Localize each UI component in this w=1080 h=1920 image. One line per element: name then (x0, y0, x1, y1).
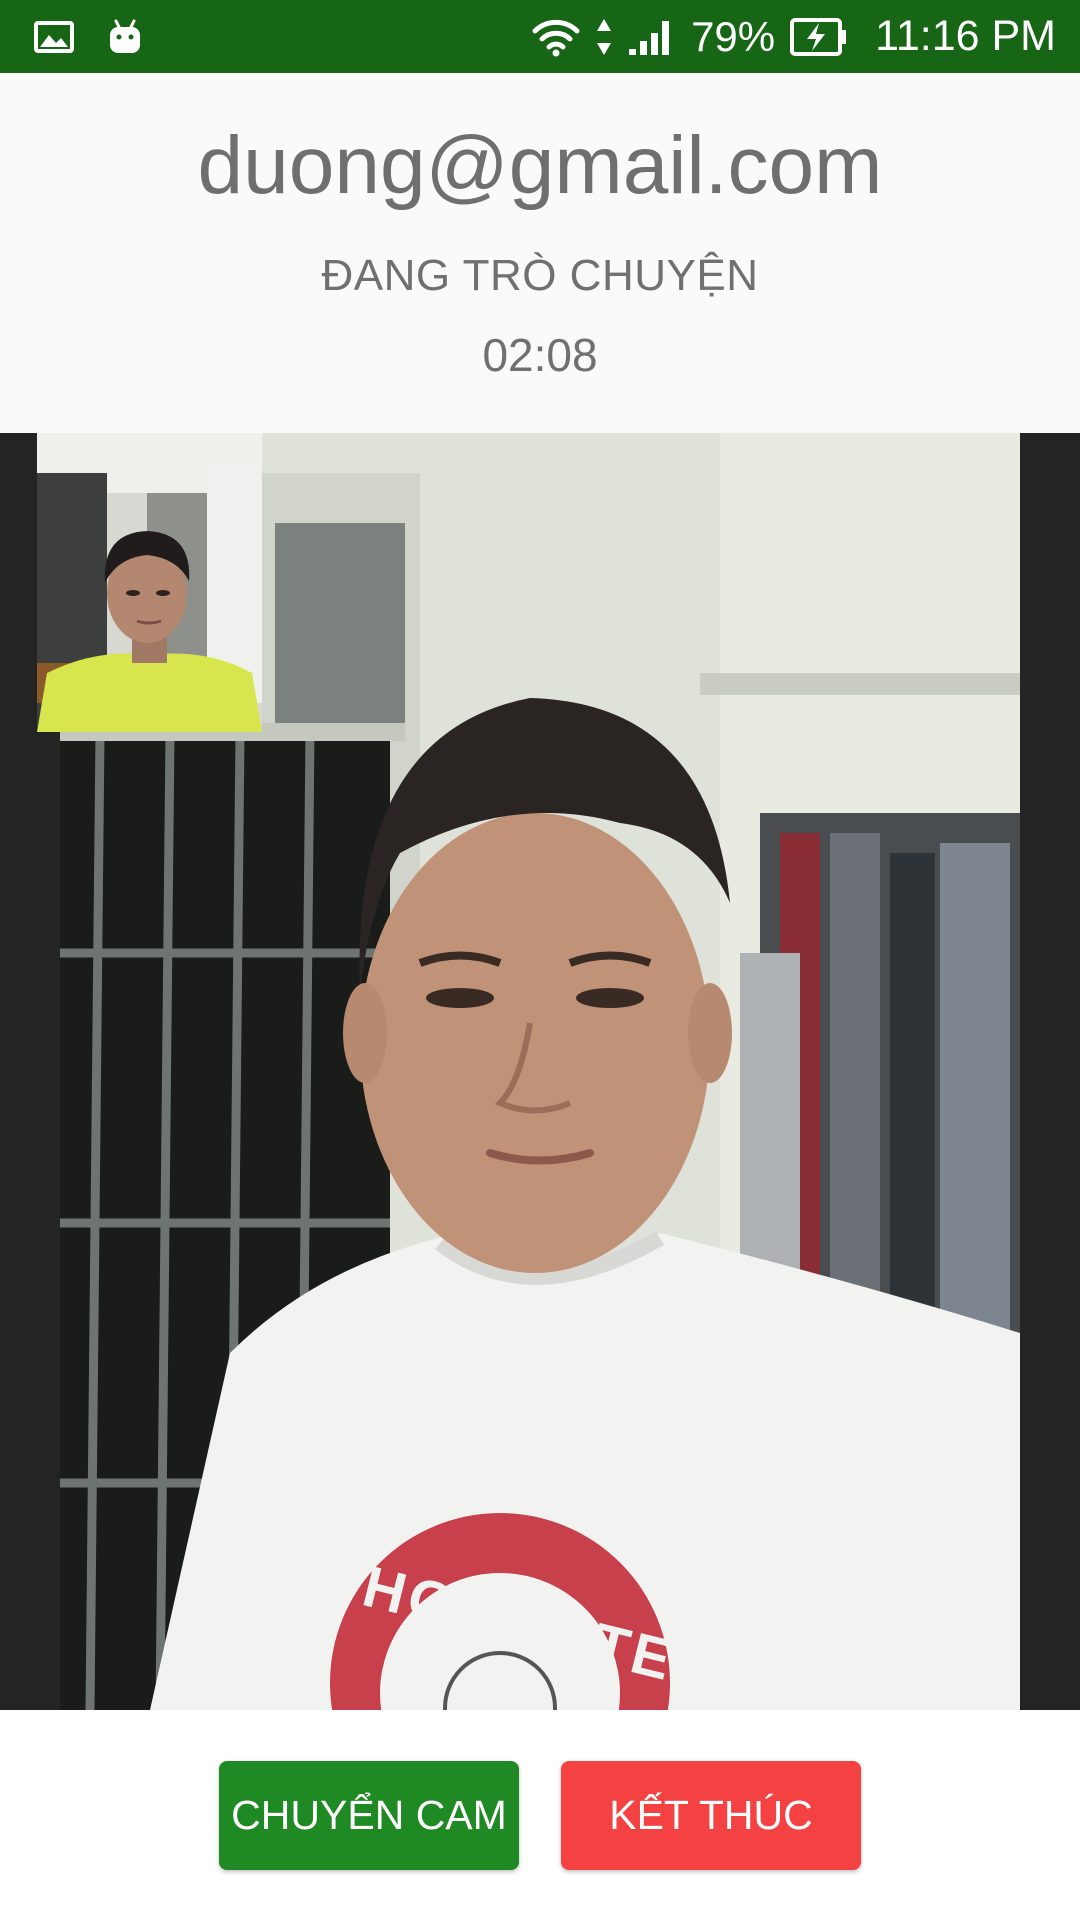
battery-charging-icon (789, 17, 849, 57)
gallery-icon (34, 20, 74, 53)
video-area: HOLLISTER (0, 433, 1080, 1710)
local-camera-preview[interactable] (37, 433, 262, 732)
end-call-button[interactable]: KẾT THÚC (561, 1761, 861, 1870)
switch-camera-button[interactable]: CHUYỂN CAM (219, 1761, 519, 1870)
clock: 11:16 PM (875, 12, 1056, 60)
call-status: ĐANG TRÒ CHUYỆN (321, 251, 759, 300)
status-bar: 79% 11:16 PM (0, 0, 1080, 73)
call-timer: 02:08 (482, 329, 598, 381)
call-header: duong@gmail.com ĐANG TRÒ CHUYỆN 02:08 (0, 73, 1080, 433)
status-bar-right: 79% 11:16 PM (531, 15, 1056, 58)
data-arrows-icon (595, 17, 613, 57)
cell-signal-icon (627, 17, 677, 57)
wifi-icon (531, 17, 581, 57)
android-icon (108, 19, 142, 55)
battery-percent: 79% (691, 12, 776, 60)
status-bar-left (34, 19, 142, 55)
call-controls: CHUYỂN CAM KẾT THÚC (0, 1710, 1080, 1920)
contact-email: duong@gmail.com (197, 120, 883, 211)
